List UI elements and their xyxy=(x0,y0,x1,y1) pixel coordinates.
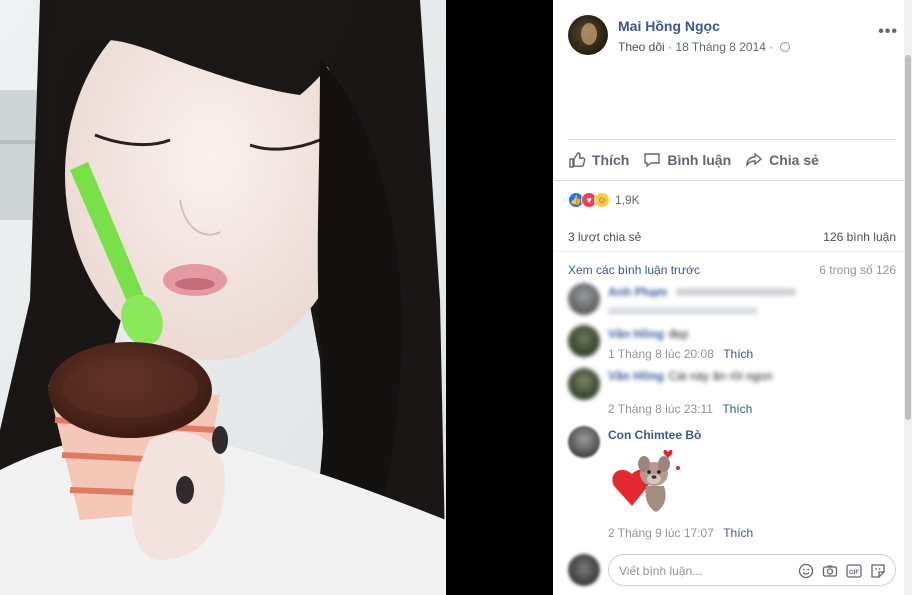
comment-text-placeholder xyxy=(675,287,796,296)
composer-icons: GIF xyxy=(797,562,887,580)
share-icon xyxy=(746,152,763,168)
scrollbar-thumb[interactable] xyxy=(905,55,911,420)
commenter-name[interactable]: Vân Hồng xyxy=(608,369,664,383)
sticker-icon[interactable] xyxy=(869,562,887,580)
shares-count[interactable]: 3 lượt chia sẻ xyxy=(568,230,641,244)
comment-button[interactable]: Bình luận xyxy=(643,146,731,174)
comments-count[interactable]: 126 bình luận xyxy=(823,230,896,244)
globe-icon xyxy=(779,42,790,52)
comment-input-box[interactable]: GIF xyxy=(608,554,896,586)
meta-separator: · xyxy=(769,40,774,54)
comment-meta-placeholder xyxy=(608,307,758,315)
author-name[interactable]: Mai Hồng Ngọc xyxy=(618,18,720,34)
commenter-name[interactable]: Anh Phạm xyxy=(608,285,667,299)
post-date[interactable]: 18 Tháng 8 2014 xyxy=(675,40,766,54)
gif-icon[interactable]: GIF xyxy=(845,562,863,580)
emoji-icon[interactable] xyxy=(797,562,815,580)
comment-composer: GIF xyxy=(568,550,898,588)
viewer-background xyxy=(446,0,553,595)
like-label: Thích xyxy=(592,152,630,168)
like-button[interactable]: Thích xyxy=(568,146,629,174)
action-bar: Thích Bình luận Chia sẻ xyxy=(568,146,896,174)
divider xyxy=(553,180,904,181)
selfie-image xyxy=(0,0,446,595)
post-meta: Theo dõi · 18 Tháng 8 2014 · xyxy=(618,40,790,54)
commenter-name[interactable]: Vân Hồng xyxy=(608,327,664,341)
comment-meta-wrap: 2 Tháng 9 lúc 17:07 Thích xyxy=(608,526,888,540)
post-side-panel: Mai Hồng Ngọc Theo dõi · 18 Tháng 8 2014… xyxy=(553,0,912,595)
reaction-count: 1,9K xyxy=(615,193,640,207)
comment-text: Cái này ăn rồi ngon xyxy=(668,369,773,383)
comment-time[interactable]: 1 Tháng 8 lúc 20:08 xyxy=(608,347,714,361)
scrollbar[interactable] xyxy=(904,0,912,595)
svg-text:GIF: GIF xyxy=(849,570,859,576)
commenter-avatar[interactable] xyxy=(568,368,600,400)
commenter-avatar[interactable] xyxy=(568,426,600,458)
camera-icon[interactable] xyxy=(821,562,839,580)
comment-time[interactable]: 2 Tháng 9 lúc 17:07 xyxy=(608,526,714,540)
divider xyxy=(553,251,904,252)
comment-item: Vân Hồng Cái này ăn rồi ngon 2 Tháng 8 l… xyxy=(568,368,888,418)
comment-time[interactable]: 2 Tháng 8 lúc 23:11 xyxy=(608,402,713,416)
haha-icon: ☺ xyxy=(594,192,610,208)
comment-like-link[interactable]: Thích xyxy=(723,526,753,540)
comment-input[interactable] xyxy=(619,561,789,581)
comments-position: 6 trong số 126 xyxy=(819,263,896,277)
current-user-avatar xyxy=(568,554,600,586)
comment-like-link[interactable]: Thích xyxy=(722,402,752,416)
comment-item: Vân Hồng đẹp 1 Tháng 8 lúc 20:08 Thích xyxy=(568,325,888,361)
commenter-avatar[interactable] xyxy=(568,283,600,315)
view-previous-comments-link[interactable]: Xem các bình luận trước xyxy=(568,263,700,277)
comment-body: Anh Phạm xyxy=(608,283,888,315)
comment-meta: 2 Tháng 8 lúc 23:11 Thích xyxy=(608,402,888,416)
comment-icon xyxy=(644,153,661,168)
comment-meta: 2 Tháng 9 lúc 17:07 Thích xyxy=(608,526,888,540)
comment-item: Con Chimtee Bò 2 Tháng 9 lúc 17:07 Thích xyxy=(568,426,888,544)
comment-body: Vân Hồng đẹp 1 Tháng 8 lúc 20:08 Thích xyxy=(608,325,888,361)
reaction-summary[interactable]: 👍 ♥ ☺ 1,9K xyxy=(568,191,640,209)
comment-meta: 1 Tháng 8 lúc 20:08 Thích xyxy=(608,347,888,361)
share-button[interactable]: Chia sẻ xyxy=(745,146,819,174)
post-photo[interactable] xyxy=(0,0,446,595)
comment-like-link[interactable]: Thích xyxy=(723,347,753,361)
follow-link[interactable]: Theo dõi xyxy=(618,40,665,54)
divider xyxy=(568,139,896,140)
commenter-name[interactable]: Con Chimtee Bò xyxy=(608,428,701,442)
bear-heart-sticker[interactable] xyxy=(608,446,688,518)
more-options-button[interactable]: ••• xyxy=(878,23,898,41)
post-header: Mai Hồng Ngọc Theo dõi · 18 Tháng 8 2014… xyxy=(568,15,898,59)
comment-label: Bình luận xyxy=(667,152,732,168)
comment-text: đẹp xyxy=(668,327,689,341)
author-avatar[interactable] xyxy=(568,15,608,55)
commenter-avatar[interactable] xyxy=(568,325,600,357)
comment-body: Vân Hồng Cái này ăn rồi ngon 2 Tháng 8 l… xyxy=(608,368,888,416)
comment-item: Anh Phạm xyxy=(568,283,888,319)
share-label: Chia sẻ xyxy=(769,152,819,168)
thumbs-up-icon xyxy=(569,152,586,168)
comment-body: Con Chimtee Bò xyxy=(608,426,888,444)
meta-separator: · xyxy=(668,40,673,54)
photo-viewer: Mai Hồng Ngọc Theo dõi · 18 Tháng 8 2014… xyxy=(0,0,912,595)
